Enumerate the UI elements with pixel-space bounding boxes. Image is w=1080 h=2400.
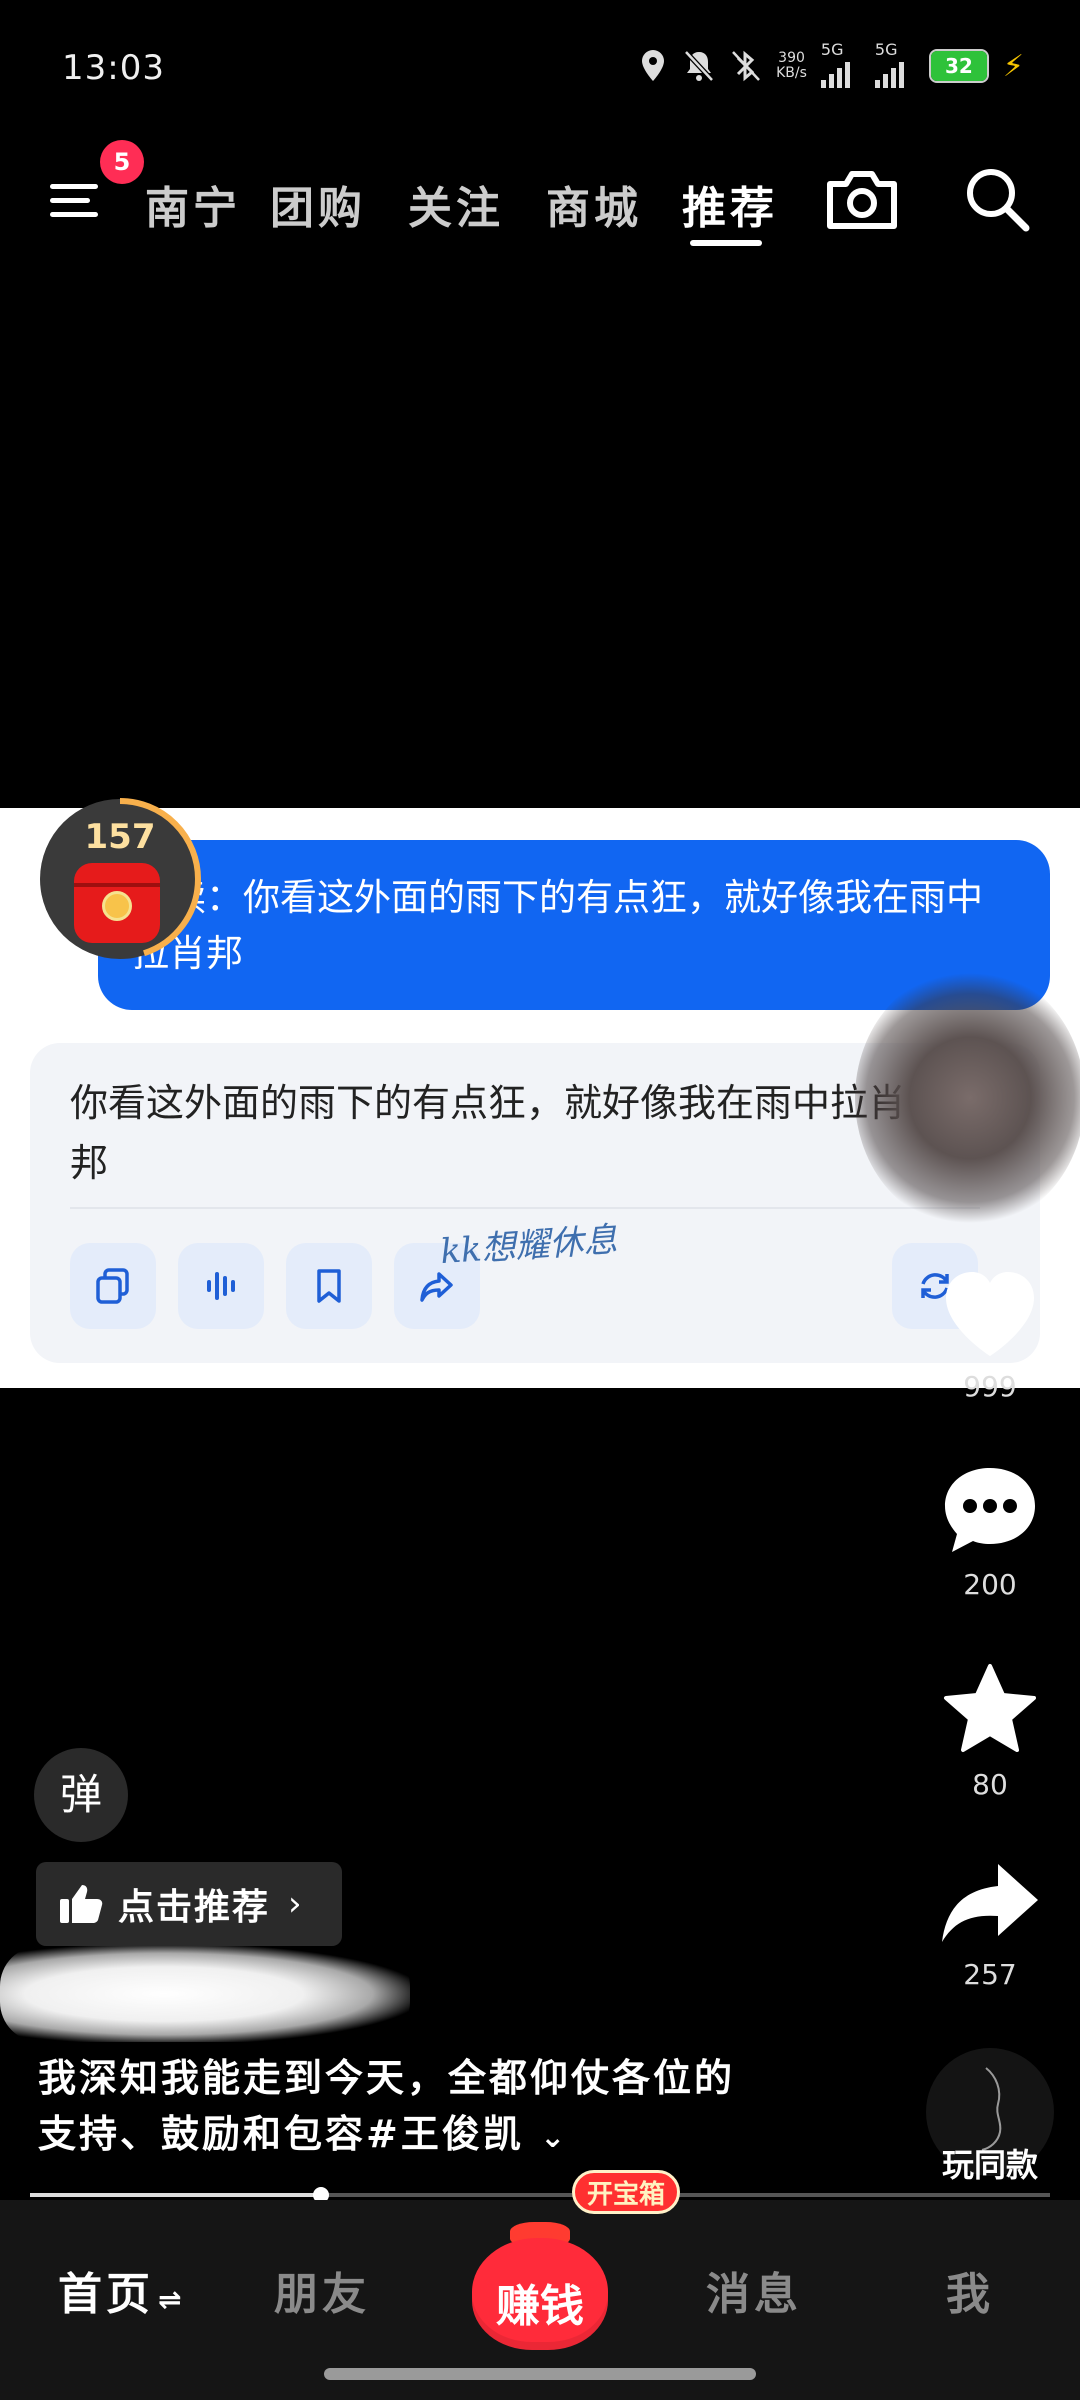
tab-following[interactable]: 关注 [408, 172, 504, 236]
menu-icon[interactable] [46, 170, 102, 226]
nav-home[interactable]: 首页 ⇌ [58, 2258, 181, 2322]
signal-icon: 5G [820, 40, 861, 88]
bell-mute-icon [682, 46, 716, 86]
red-packet-count: 157 [84, 817, 156, 857]
notification-badge: 5 [100, 140, 144, 184]
blurred-region [855, 968, 1080, 1228]
recommend-label: 点击推荐 [118, 1887, 271, 1928]
play-same-button[interactable]: 玩同款 [920, 2048, 1060, 2188]
question-text: 朗读：你看这外面的雨下的有点狂，就好像我在雨中拉肖邦 [132, 876, 983, 975]
nav-home-label: 首页 [58, 2269, 154, 2320]
active-tab-indicator [690, 240, 762, 246]
play-same-label: 玩同款 [941, 2146, 1038, 2184]
bookmark-icon[interactable] [286, 1243, 372, 1329]
answer-text: 你看这外面的雨下的有点狂，就好像我在雨中拉肖邦 [70, 1081, 907, 1185]
nav-friends[interactable]: 朋友 [274, 2258, 370, 2322]
red-packet-icon [74, 863, 160, 943]
nav-messages[interactable]: 消息 [706, 2258, 802, 2322]
comment-count: 200 [963, 1568, 1017, 1601]
top-nav: 5 南宁 团购 关注 商城 推荐 [0, 140, 1080, 250]
like-button[interactable]: 999 [920, 1268, 1060, 1403]
tab-group-buy[interactable]: 团购 [270, 172, 366, 236]
nav-earn-label: 赚钱 [496, 2281, 584, 2332]
divider [70, 1207, 980, 1209]
thumbs-up-icon [60, 1885, 103, 1923]
battery-icon: 32 [928, 49, 989, 83]
favorite-button[interactable]: 80 [920, 1662, 1060, 1801]
copy-icon[interactable] [70, 1243, 156, 1329]
search-icon[interactable] [962, 164, 1032, 234]
swap-icon: ⇌ [158, 2283, 182, 2316]
video-progress-fill [30, 2193, 321, 2197]
red-packet-widget[interactable]: 157 [36, 795, 204, 963]
comment-button[interactable]: 200 [920, 1462, 1060, 1601]
video-progress-bar[interactable] [30, 2187, 1050, 2203]
recommend-button[interactable]: 点击推荐 › [36, 1862, 342, 1946]
signal-2-label: 5G [874, 40, 898, 59]
charging-bolt-icon: ⚡ [1002, 48, 1024, 84]
tab-recommend[interactable]: 推荐 [682, 172, 778, 236]
net-speed-unit: KB/s [776, 65, 807, 81]
share-button[interactable]: 257 [920, 1858, 1060, 1991]
status-icons: 390 KB/s 5G 5G 32 ⚡ [638, 40, 1024, 88]
tab-mall[interactable]: 商城 [546, 172, 642, 236]
tab-nanning[interactable]: 南宁 [145, 172, 241, 236]
star-icon [944, 1664, 1036, 1752]
net-speed-value: 390 [778, 50, 805, 66]
bottom-nav: 首页 ⇌ 朋友 赚钱 开宝箱 消息 我 [0, 2170, 1080, 2400]
status-bar: 13:03 390 KB/s 5G 5G 32 ⚡ [0, 0, 1080, 140]
nav-earn-button[interactable]: 赚钱 [470, 2222, 610, 2350]
net-speed: 390 KB/s [776, 46, 807, 86]
caption-line-2: 支持、鼓励和包容#王俊凯 [38, 2112, 524, 2156]
chevron-right-icon: › [288, 1884, 302, 1924]
favorite-count: 80 [972, 1768, 1008, 1801]
heart-icon [946, 1272, 1034, 1356]
location-icon [638, 46, 668, 86]
share-count: 257 [963, 1958, 1017, 1991]
bluetooth-icon [730, 46, 762, 86]
home-indicator[interactable] [324, 2368, 756, 2380]
voice-icon[interactable] [178, 1243, 264, 1329]
question-bubble: 朗读：你看这外面的雨下的有点狂，就好像我在雨中拉肖邦 [98, 840, 1050, 1010]
danmu-toggle-button[interactable]: 弹 [34, 1748, 128, 1842]
video-caption[interactable]: 我深知我能走到今天，全都仰仗各位的 支持、鼓励和包容#王俊凯 ⌄ [38, 2050, 898, 2166]
nav-me[interactable]: 我 [946, 2258, 994, 2322]
battery-level: 32 [945, 54, 973, 78]
comment-icon [945, 1468, 1035, 1552]
status-time: 13:03 [62, 48, 165, 88]
caption-line-1: 我深知我能走到今天，全都仰仗各位的 [38, 2056, 736, 2100]
share-arrow-icon [942, 1864, 1038, 1942]
treasure-box-badge[interactable]: 开宝箱 [572, 2170, 680, 2214]
author-name-blurred[interactable] [0, 1946, 410, 2042]
like-count: 999 [963, 1370, 1017, 1403]
chevron-down-icon[interactable]: ⌄ [540, 2120, 568, 2155]
camera-icon[interactable] [824, 168, 900, 232]
signal-icon: 5G [874, 40, 915, 88]
signal-1-label: 5G [820, 40, 844, 59]
